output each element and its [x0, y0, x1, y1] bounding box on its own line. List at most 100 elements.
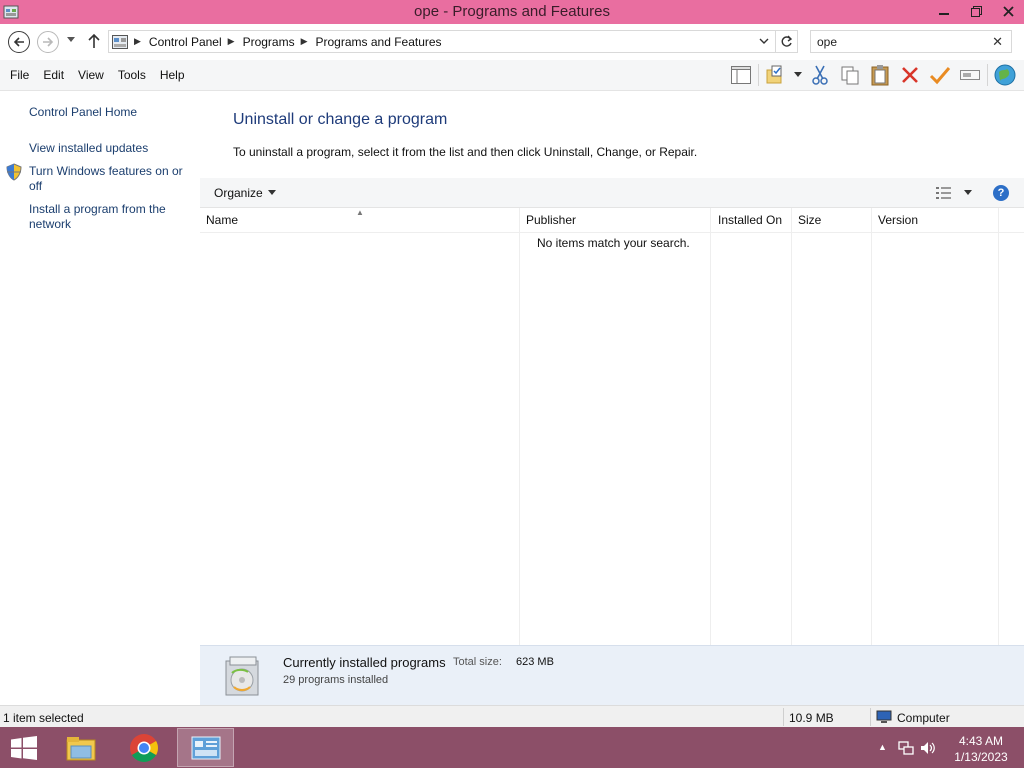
column-divider	[871, 208, 872, 645]
menu-help[interactable]: Help	[153, 68, 192, 82]
forward-arrow-icon	[43, 37, 54, 47]
control-panel-home-link[interactable]: Control Panel Home	[29, 105, 194, 120]
chevron-down-icon[interactable]	[268, 190, 276, 195]
column-version[interactable]: Version	[872, 208, 998, 233]
back-button[interactable]	[8, 31, 30, 53]
column-divider	[791, 208, 792, 645]
minimize-button[interactable]	[928, 0, 960, 22]
check-button[interactable]	[925, 62, 955, 88]
back-arrow-icon	[13, 37, 24, 47]
cut-button[interactable]	[805, 62, 835, 88]
clock[interactable]: 4:43 AM 1/13/2023	[944, 733, 1018, 765]
clear-search-icon[interactable]: ✕	[992, 34, 1003, 50]
copy-button[interactable]	[835, 62, 865, 88]
column-divider	[998, 208, 999, 645]
taskbar-file-explorer[interactable]	[52, 728, 109, 767]
paste-button[interactable]	[865, 62, 895, 88]
paste-icon	[871, 65, 889, 86]
windows-start-icon[interactable]	[10, 736, 38, 760]
rename-icon	[960, 70, 980, 80]
control-panel-icon	[112, 34, 128, 49]
menu-tools[interactable]: Tools	[111, 68, 153, 82]
main-content: Uninstall or change a program To uninsta…	[200, 91, 1024, 645]
copy-icon	[841, 66, 859, 85]
restore-icon	[970, 5, 982, 17]
page-description: To uninstall a program, select it from t…	[233, 145, 698, 159]
menu-file[interactable]: File	[3, 68, 36, 82]
close-icon	[1002, 5, 1014, 17]
location-status: Computer	[897, 711, 950, 725]
cut-icon	[812, 65, 828, 85]
properties-button[interactable]	[761, 62, 791, 88]
chevron-down-icon[interactable]	[759, 36, 769, 46]
volume-icon[interactable]	[920, 740, 936, 756]
properties-folder-icon	[766, 65, 782, 84]
menu-edit[interactable]: Edit	[36, 68, 71, 82]
chevron-down-icon	[794, 72, 802, 77]
total-size-value: 623 MB	[516, 656, 554, 668]
up-arrow-icon[interactable]	[87, 33, 101, 49]
refresh-button[interactable]	[776, 30, 798, 53]
menu-view[interactable]: View	[71, 68, 111, 82]
refresh-icon	[781, 35, 793, 47]
close-button[interactable]	[992, 0, 1024, 22]
delete-icon	[902, 67, 918, 83]
column-publisher[interactable]: Publisher	[520, 208, 711, 233]
show-hidden-icons[interactable]: ▲	[878, 742, 887, 752]
search-value[interactable]: ope	[817, 35, 837, 49]
taskbar: ▲ 4:43 AM 1/13/2023	[0, 727, 1024, 768]
left-pane: Control Panel Home View installed update…	[0, 91, 200, 705]
chrome-icon	[129, 733, 158, 762]
forward-button[interactable]	[37, 31, 59, 53]
shield-icon	[6, 163, 22, 181]
install-from-network-link[interactable]: Install a program from the network	[29, 202, 194, 232]
organize-button[interactable]: Organize	[214, 186, 263, 200]
column-divider	[519, 208, 520, 645]
status-bar: 1 item selected 10.9 MB Computer	[0, 705, 1024, 727]
delete-button[interactable]	[895, 62, 925, 88]
details-title: Currently installed programs	[283, 655, 446, 670]
view-installed-updates-link[interactable]: View installed updates	[29, 141, 194, 156]
column-divider	[710, 208, 711, 645]
globe-button[interactable]	[990, 62, 1020, 88]
address-bar[interactable]: ▶ Control Panel ▶ Programs ▶ Programs an…	[108, 30, 776, 53]
help-icon[interactable]: ?	[993, 185, 1009, 201]
windows-features-link[interactable]: Turn Windows features on or off	[29, 164, 194, 194]
page-title: Uninstall or change a program	[233, 111, 448, 128]
taskbar-chrome[interactable]	[115, 728, 172, 767]
chevron-right-icon[interactable]: ▶	[228, 36, 235, 47]
window-title: ope - Programs and Features	[414, 3, 610, 20]
menu-toolbar-row: File Edit View Tools Help	[0, 60, 1024, 91]
chevron-down-icon[interactable]	[964, 190, 972, 195]
properties-dropdown[interactable]	[791, 62, 805, 88]
clock-date: 1/13/2023	[954, 750, 1008, 764]
control-panel-icon	[191, 736, 220, 759]
selection-status: 1 item selected	[3, 711, 84, 725]
search-input[interactable]: ope ✕	[810, 30, 1012, 53]
empty-list-message: No items match your search.	[537, 236, 690, 250]
taskbar-control-panel[interactable]	[177, 728, 234, 767]
recent-locations-icon[interactable]	[66, 36, 76, 44]
chevron-right-icon[interactable]: ▶	[301, 36, 308, 47]
chevron-right-icon[interactable]: ▶	[134, 36, 141, 47]
column-name[interactable]: Name	[200, 208, 520, 233]
layout-pane-button[interactable]	[726, 62, 756, 88]
breadcrumb-programs-and-features[interactable]: Programs and Features	[316, 35, 442, 49]
column-size[interactable]: Size	[792, 208, 872, 233]
total-size-label: Total size:	[453, 656, 502, 668]
title-bar: ope - Programs and Features	[0, 0, 1024, 24]
globe-icon	[994, 64, 1016, 86]
clock-time: 4:43 AM	[958, 734, 1004, 748]
column-installed-on[interactable]: Installed On	[712, 208, 792, 233]
network-icon[interactable]	[898, 740, 914, 756]
breadcrumb-programs[interactable]: Programs	[243, 35, 295, 49]
breadcrumb-control-panel[interactable]: Control Panel	[149, 35, 222, 49]
address-toolbar: ▶ Control Panel ▶ Programs ▶ Programs an…	[0, 24, 1024, 60]
restore-button[interactable]	[960, 0, 992, 22]
rename-button[interactable]	[955, 62, 985, 88]
column-header-row: ▲ Name Publisher Installed On Size Versi…	[200, 208, 1024, 233]
command-bar: Organize ?	[200, 178, 1024, 208]
details-view-icon[interactable]	[936, 186, 952, 200]
details-pane: Currently installed programs Total size:…	[200, 645, 1024, 705]
file-explorer-icon	[66, 736, 95, 760]
